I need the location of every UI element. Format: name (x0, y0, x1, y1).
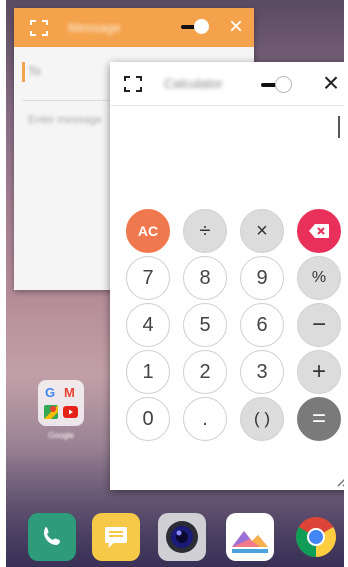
maps-icon (44, 405, 58, 419)
backspace-icon (309, 224, 329, 238)
gallery-app[interactable] (226, 513, 274, 561)
resize-handle-icon[interactable] (335, 473, 344, 487)
message-title-bar[interactable]: Message × (14, 8, 254, 47)
opacity-slider-thumb[interactable] (194, 19, 209, 34)
expand-icon[interactable] (30, 20, 48, 36)
youtube-icon (63, 406, 78, 418)
decimal-button[interactable]: . (183, 397, 227, 441)
digit-1-button[interactable]: 1 (126, 350, 170, 394)
chrome-icon (296, 517, 336, 557)
messages-icon (105, 527, 127, 548)
folder-label: Google (48, 431, 74, 440)
home-screen: Message × To Enter message Calculator × … (6, 0, 344, 567)
message-input[interactable]: Enter message (28, 114, 102, 126)
messages-app[interactable] (92, 513, 140, 561)
text-cursor (22, 62, 25, 82)
minus-button[interactable]: − (297, 303, 341, 347)
digit-2-button[interactable]: 2 (183, 350, 227, 394)
digit-4-button[interactable]: 4 (126, 303, 170, 347)
expand-icon[interactable] (124, 76, 142, 92)
folder-letter-g: G (45, 385, 56, 400)
calculator-title-bar[interactable]: Calculator × (110, 62, 344, 106)
close-icon[interactable]: × (319, 69, 343, 97)
digit-7-button[interactable]: 7 (126, 256, 170, 300)
calculator-window[interactable]: Calculator × AC ÷ × 7 8 9 % 4 5 6 − 1 2 … (110, 62, 344, 490)
calculator-title: Calculator (164, 76, 223, 91)
display-cursor (338, 116, 340, 138)
camera-app[interactable] (158, 513, 206, 561)
digit-5-button[interactable]: 5 (183, 303, 227, 347)
multiply-button[interactable]: × (240, 209, 284, 253)
message-title: Message (68, 20, 121, 35)
google-folder[interactable]: G M (38, 380, 84, 426)
digit-6-button[interactable]: 6 (240, 303, 284, 347)
equals-button[interactable]: = (297, 397, 341, 441)
digit-8-button[interactable]: 8 (183, 256, 227, 300)
digit-3-button[interactable]: 3 (240, 350, 284, 394)
parentheses-button[interactable]: ( ) (240, 397, 284, 441)
close-icon[interactable]: × (226, 15, 246, 39)
chrome-app[interactable] (292, 513, 340, 561)
backspace-button[interactable] (297, 209, 341, 253)
recipient-field[interactable]: To (28, 64, 41, 78)
gallery-icon (232, 531, 268, 553)
phone-icon (44, 527, 60, 545)
digit-9-button[interactable]: 9 (240, 256, 284, 300)
digit-0-button[interactable]: 0 (126, 397, 170, 441)
plus-button[interactable]: + (297, 350, 341, 394)
folder-letter-m: M (64, 385, 75, 400)
divide-button[interactable]: ÷ (183, 209, 227, 253)
opacity-slider-thumb[interactable] (275, 76, 292, 93)
percent-button[interactable]: % (297, 256, 341, 300)
camera-icon (166, 521, 198, 553)
phone-app[interactable] (28, 513, 76, 561)
clear-button[interactable]: AC (126, 209, 170, 253)
